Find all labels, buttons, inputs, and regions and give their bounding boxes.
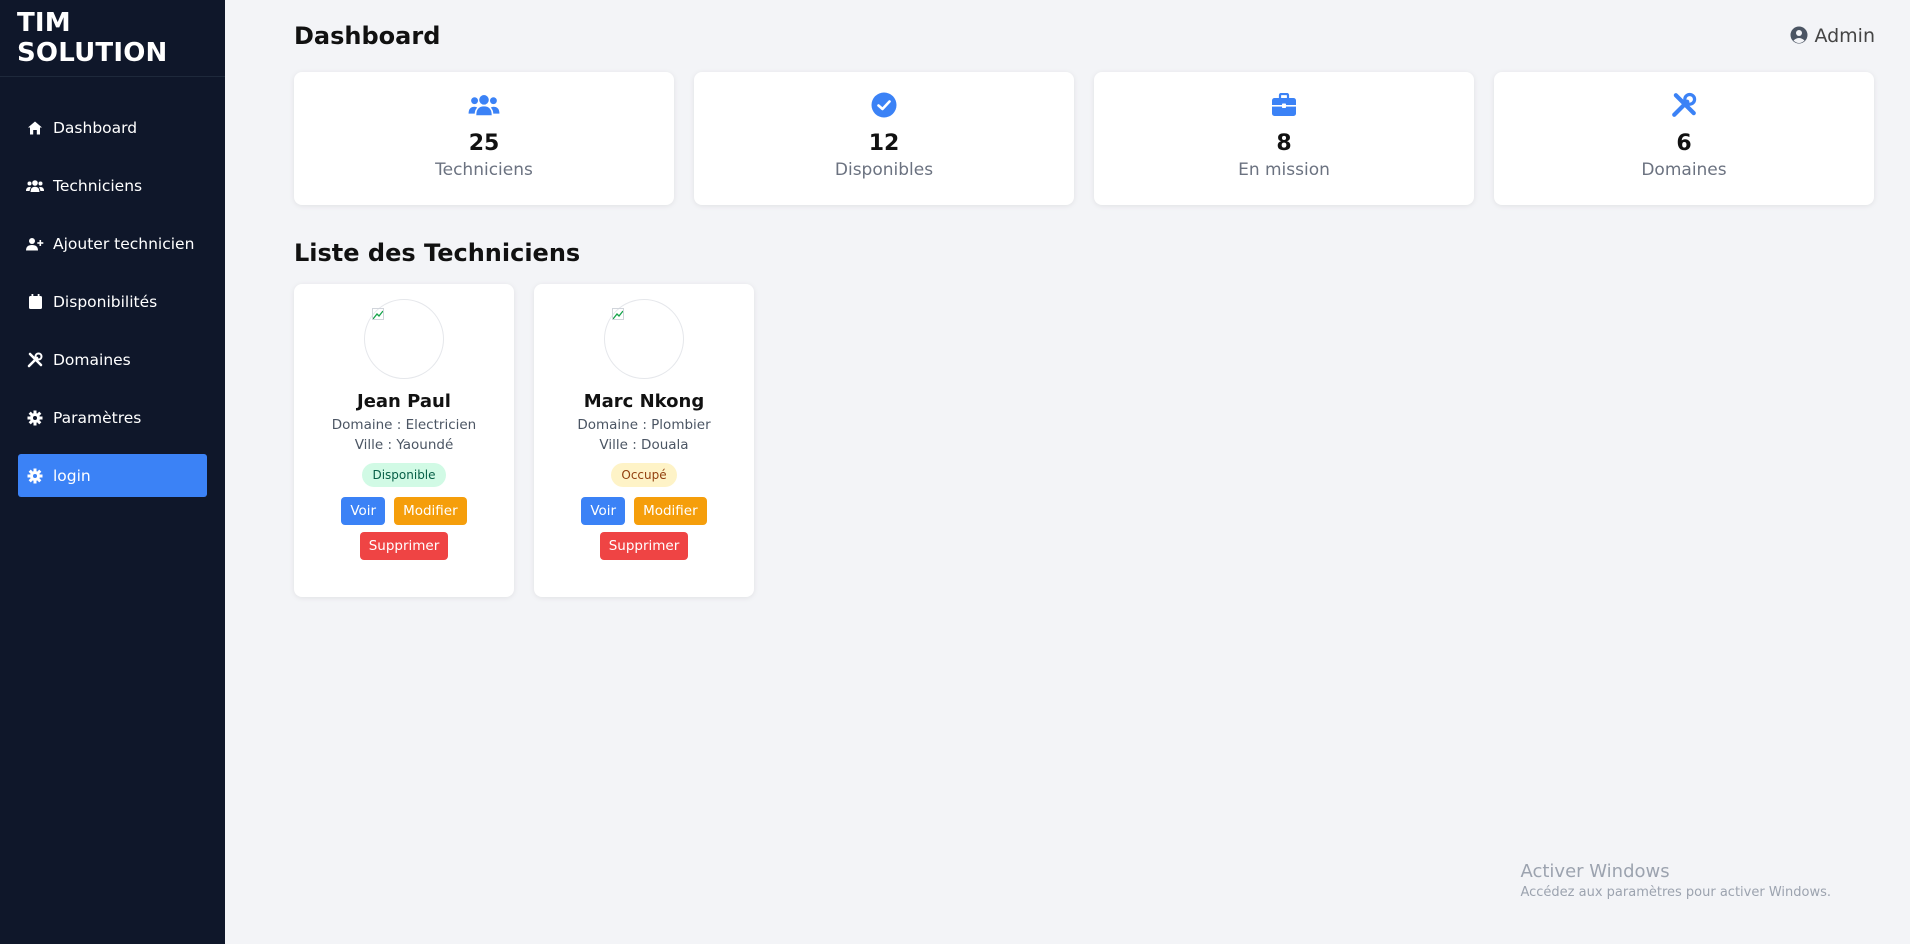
tools-icon xyxy=(25,350,45,370)
technician-domain: Domaine : Plombier xyxy=(577,417,711,433)
sidebar-item-ajouter-technicien[interactable]: Ajouter technicien xyxy=(18,222,207,265)
sidebar-item-label: Domaines xyxy=(53,350,131,369)
windows-activation-watermark: Activer Windows Accédez aux paramètres p… xyxy=(1520,861,1831,900)
brand-logo: TIM SOLUTION xyxy=(0,0,225,77)
calendar-icon xyxy=(25,292,45,312)
stats-row: 25 Techniciens 12 Disponibles 8 En missi… xyxy=(294,72,1894,205)
app: TIM SOLUTION Dashboard Techniciens Ajout… xyxy=(0,0,1910,944)
status-badge: Disponible xyxy=(362,463,446,487)
sidebar-nav: Dashboard Techniciens Ajouter technicien… xyxy=(0,77,225,497)
view-button[interactable]: Voir xyxy=(581,497,626,525)
user-plus-icon xyxy=(25,234,45,254)
sidebar-item-label: Paramètres xyxy=(53,408,142,427)
view-button[interactable]: Voir xyxy=(341,497,386,525)
home-icon xyxy=(25,118,45,138)
avatar xyxy=(604,299,684,379)
sidebar-item-label: Dashboard xyxy=(53,118,138,137)
stat-value: 25 xyxy=(468,131,500,156)
status-badge: Occupé xyxy=(611,463,677,487)
sidebar-item-login[interactable]: login xyxy=(18,454,207,497)
watermark-subtitle: Accédez aux paramètres pour activer Wind… xyxy=(1520,885,1831,900)
edit-button[interactable]: Modifier xyxy=(634,497,707,525)
action-row: Supprimer xyxy=(599,532,689,560)
sidebar-item-domaines[interactable]: Domaines xyxy=(18,338,207,381)
technician-city: Ville : Yaoundé xyxy=(354,437,454,453)
sidebar-item-label: Ajouter technicien xyxy=(53,234,195,253)
delete-button[interactable]: Supprimer xyxy=(359,532,449,560)
technician-name: Marc Nkong xyxy=(583,391,705,412)
stat-label: En mission xyxy=(1238,160,1330,180)
avatar xyxy=(364,299,444,379)
sidebar-item-dashboard[interactable]: Dashboard xyxy=(18,106,207,149)
edit-button[interactable]: Modifier xyxy=(394,497,467,525)
users-icon xyxy=(25,176,45,196)
section-title: Liste des Techniciens xyxy=(294,239,581,267)
delete-button[interactable]: Supprimer xyxy=(599,532,689,560)
stat-card-disponibles: 12 Disponibles xyxy=(694,72,1074,205)
main-content: Dashboard Admin 25 Techniciens 12 Dispon… xyxy=(225,0,1910,944)
action-row: Voir Modifier xyxy=(581,497,707,525)
briefcase-icon xyxy=(1268,89,1300,121)
stat-value: 12 xyxy=(868,131,900,156)
sidebar-item-label: Techniciens xyxy=(53,176,143,195)
sidebar-item-parametres[interactable]: Paramètres xyxy=(18,396,207,439)
user-name: Admin xyxy=(1814,25,1875,47)
broken-image-icon xyxy=(612,308,624,320)
technician-card: Jean Paul Domaine : Electricien Ville : … xyxy=(294,284,514,597)
sidebar-item-label: Disponibilités xyxy=(53,292,158,311)
sidebar-item-disponibilites[interactable]: Disponibilités xyxy=(18,280,207,323)
stat-value: 6 xyxy=(1676,131,1692,156)
stat-value: 8 xyxy=(1276,131,1292,156)
topbar: Dashboard Admin xyxy=(294,0,1910,72)
stat-card-en-mission: 8 En mission xyxy=(1094,72,1474,205)
technician-card: Marc Nkong Domaine : Plombier Ville : Do… xyxy=(534,284,754,597)
action-row: Supprimer xyxy=(359,532,449,560)
stat-label: Domaines xyxy=(1641,160,1727,180)
broken-image-icon xyxy=(372,308,384,320)
action-row: Voir Modifier xyxy=(341,497,467,525)
gear-icon xyxy=(25,466,45,486)
stat-card-domaines: 6 Domaines xyxy=(1494,72,1874,205)
user-menu[interactable]: Admin xyxy=(1790,25,1875,47)
check-circle-icon xyxy=(868,89,900,121)
user-circle-icon xyxy=(1790,26,1810,46)
stat-label: Disponibles xyxy=(834,160,934,180)
users-icon xyxy=(468,89,500,121)
tools-icon xyxy=(1668,89,1700,121)
stat-card-techniciens: 25 Techniciens xyxy=(294,72,674,205)
technician-name: Jean Paul xyxy=(357,391,451,412)
sidebar-item-label: login xyxy=(53,466,91,485)
technician-city: Ville : Douala xyxy=(599,437,689,453)
technician-list: Jean Paul Domaine : Electricien Ville : … xyxy=(294,284,1910,597)
stat-label: Techniciens xyxy=(435,160,533,180)
page-title: Dashboard xyxy=(294,22,441,50)
watermark-title: Activer Windows xyxy=(1520,861,1670,882)
sidebar-item-techniciens[interactable]: Techniciens xyxy=(18,164,207,207)
technician-domain: Domaine : Electricien xyxy=(331,417,477,433)
sidebar: TIM SOLUTION Dashboard Techniciens Ajout… xyxy=(0,0,225,944)
gear-icon xyxy=(25,408,45,428)
